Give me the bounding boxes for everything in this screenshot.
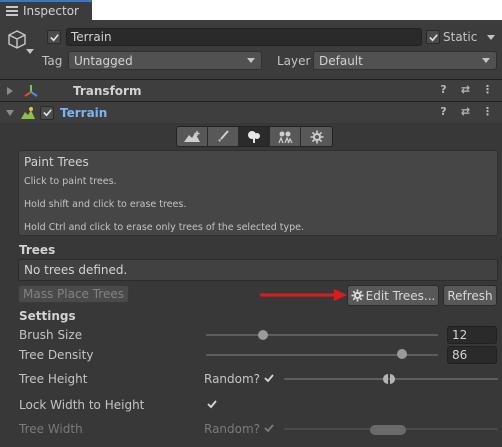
terrain-header-icons: ? ⇄ ⋮ [437, 105, 494, 118]
raise-lower-terrain-icon[interactable] [177, 127, 208, 146]
chevron-down-icon [247, 58, 255, 63]
context-menu-icon[interactable]: ⋮ [481, 83, 494, 96]
terrain-settings-icon[interactable] [301, 127, 332, 146]
trees-section-title: Trees [19, 243, 56, 257]
tree-density-slider-thumb[interactable] [397, 349, 407, 359]
foldout-arrow-icon[interactable] [7, 86, 13, 95]
presets-icon[interactable]: ⇄ [459, 83, 472, 96]
chevron-down-icon [482, 58, 490, 63]
lock-width-label: Lock Width to Height [19, 398, 145, 412]
paint-texture-icon[interactable] [208, 127, 239, 146]
paint-trees-helpbox: Paint Trees Click to paint trees. Hold s… [18, 150, 498, 236]
inspector-icon [6, 6, 18, 16]
tag-label: Tag [42, 54, 63, 68]
tree-width-random-label: Random? [204, 422, 261, 436]
terrain-tools [176, 126, 333, 147]
helpbox-line-3: Hold Ctrl and click to erase only trees … [24, 222, 304, 233]
refresh-label: Refresh [447, 288, 493, 303]
tree-width-label: Tree Width [19, 422, 83, 436]
paint-trees-icon[interactable] [239, 127, 270, 146]
tag-value: Untagged [74, 53, 133, 68]
gameobject-name: Terrain [71, 30, 112, 44]
brush-size-slider-thumb[interactable] [258, 330, 268, 340]
tree-density-value: 86 [452, 348, 468, 362]
edit-trees-label: Edit Trees... [365, 288, 436, 303]
tree-height-random-checkbox[interactable] [262, 371, 276, 385]
help-icon[interactable]: ? [437, 105, 450, 118]
active-checkbox[interactable] [47, 30, 61, 44]
gameobject-name-field[interactable]: Terrain [66, 28, 422, 46]
terrain-component-header[interactable]: Terrain ? ⇄ ⋮ [0, 101, 502, 123]
transform-icon [23, 84, 39, 98]
tab-title: Inspector [23, 4, 79, 18]
brush-size-label: Brush Size [19, 328, 83, 342]
brush-size-value: 12 [452, 328, 468, 342]
layer-label: Layer [277, 54, 311, 68]
helpbox-title: Paint Trees [24, 155, 89, 169]
tag-dropdown[interactable]: Untagged [68, 51, 262, 70]
helpbox-line-1: Click to paint trees. [24, 176, 117, 187]
layer-dropdown[interactable]: Default [313, 51, 497, 70]
static-dropdown-caret-icon[interactable] [487, 35, 495, 40]
lock-width-checkbox[interactable] [205, 397, 219, 411]
paint-details-icon[interactable] [270, 127, 301, 146]
mass-place-trees-label: Mass Place Trees [23, 287, 124, 301]
terrain-icon [20, 106, 36, 120]
trees-empty-text: No trees defined. [24, 263, 128, 277]
static-label: Static [443, 30, 478, 44]
context-menu-icon[interactable]: ⋮ [481, 105, 494, 118]
transform-component-header[interactable]: Transform ? ⇄ ⋮ [0, 79, 502, 101]
tree-density-field[interactable]: 86 [447, 346, 497, 364]
foldout-arrow-icon[interactable] [6, 109, 14, 116]
brush-size-field[interactable]: 12 [447, 326, 497, 344]
tree-density-label: Tree Density [19, 348, 94, 362]
refresh-button[interactable]: Refresh [443, 285, 497, 306]
tree-height-random-label: Random? [204, 372, 261, 386]
tab-inspector[interactable]: Inspector [0, 0, 92, 20]
edit-trees-button[interactable]: Edit Trees... [347, 285, 439, 306]
transform-title: Transform [73, 83, 142, 98]
transform-header-icons: ? ⇄ ⋮ [437, 83, 494, 96]
layer-value: Default [319, 53, 363, 68]
tree-width-range-thumb[interactable] [370, 424, 406, 435]
brush-size-slider-track[interactable] [206, 334, 438, 336]
tree-height-label: Tree Height [19, 372, 88, 386]
help-icon[interactable]: ? [437, 83, 450, 96]
gameobject-icon [7, 29, 27, 51]
annotation-arrow-icon [258, 289, 348, 301]
icon-dropdown-caret-icon[interactable] [26, 49, 34, 54]
trees-list[interactable]: No trees defined. [18, 259, 498, 281]
mass-place-trees-button[interactable]: Mass Place Trees [18, 285, 129, 303]
presets-icon[interactable]: ⇄ [459, 105, 472, 118]
tree-height-range-thumb[interactable] [381, 373, 397, 384]
terrain-enabled-checkbox[interactable] [40, 105, 54, 120]
static-checkbox[interactable] [426, 30, 440, 44]
gear-icon [351, 289, 364, 302]
tree-width-random-checkbox[interactable] [262, 421, 276, 435]
terrain-title: Terrain [60, 105, 108, 120]
settings-section-title: Settings [19, 309, 76, 323]
helpbox-line-2: Hold shift and click to erase trees. [24, 199, 187, 210]
